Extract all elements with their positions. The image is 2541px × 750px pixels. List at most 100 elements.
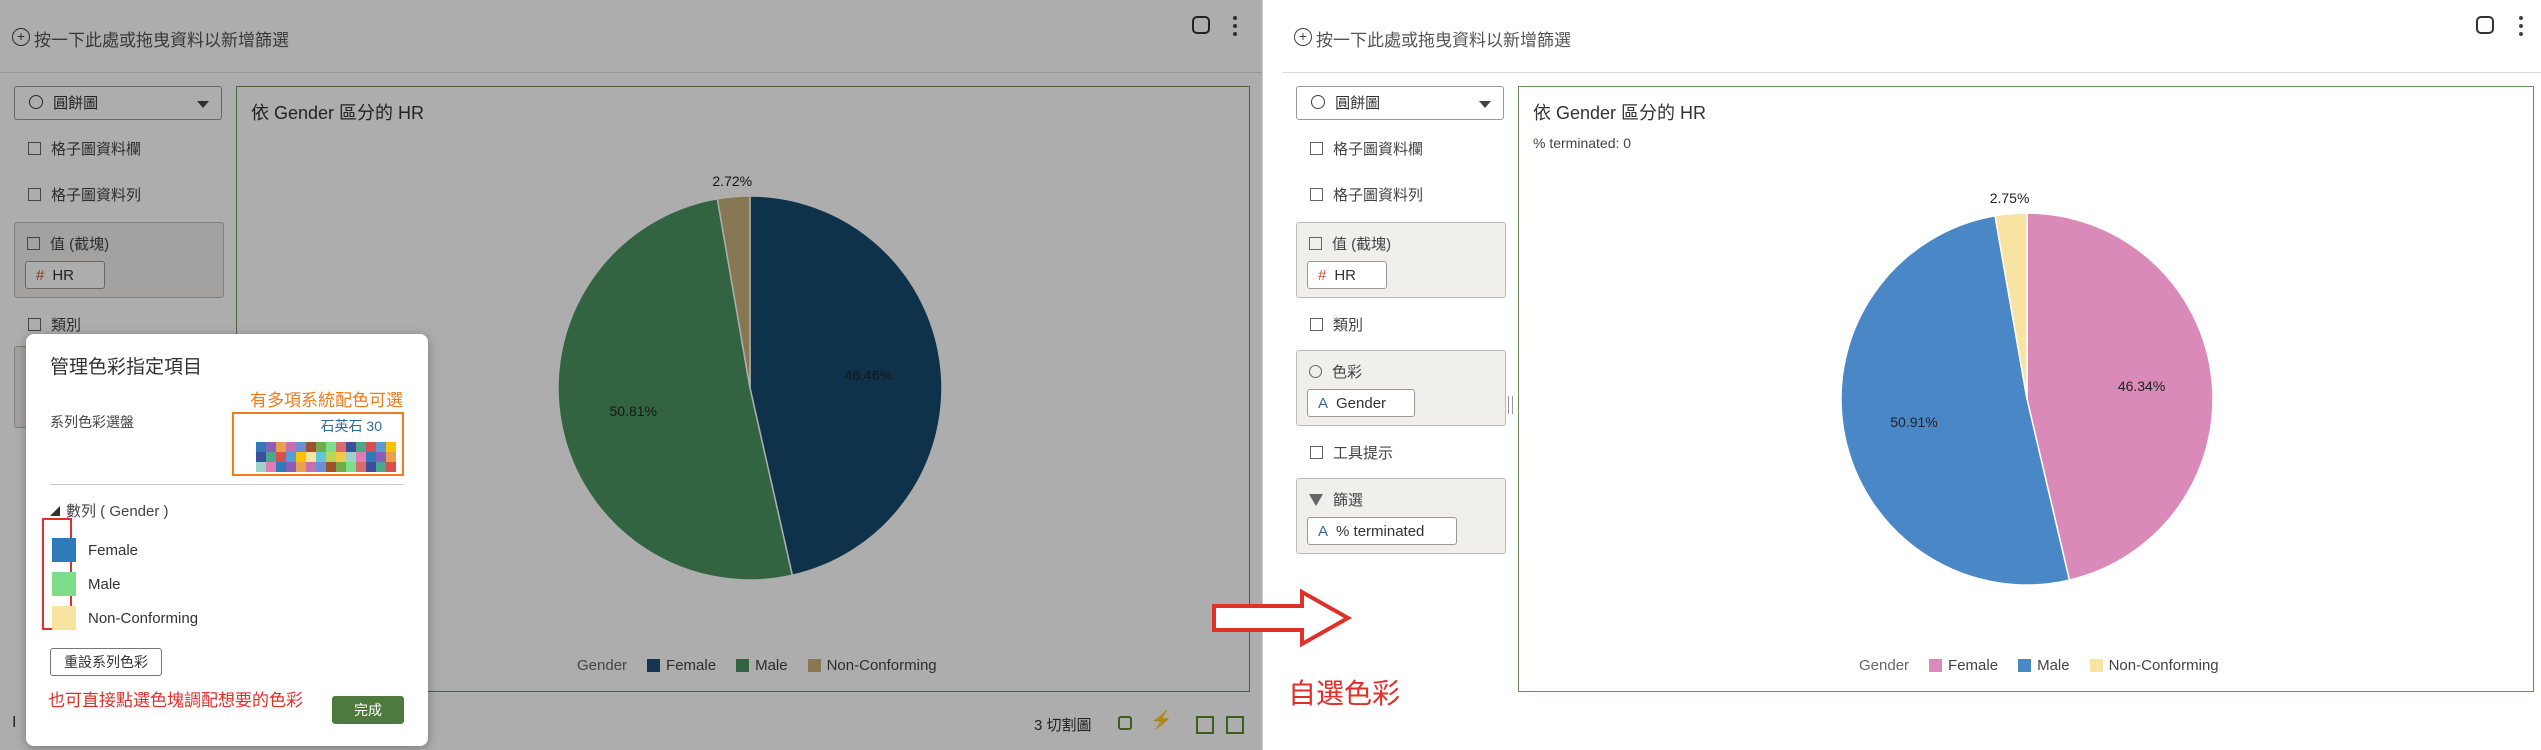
palette-swatch[interactable] [266, 452, 276, 462]
dialog-divider [50, 484, 404, 485]
chart-type-select-right[interactable]: 圓餅圖 [1296, 86, 1504, 120]
legend-label-nonconforming-right: Non-Conforming [2108, 657, 2219, 674]
section-label: 數列 ( Gender ) [66, 503, 169, 520]
legend-swatch-nonconforming-right [2089, 659, 2103, 672]
color-group-right[interactable]: 色彩 A Gender [1296, 350, 1506, 426]
palette-swatch[interactable] [356, 452, 366, 462]
text-attribute-icon-2: A [1318, 523, 1329, 540]
palette-swatch[interactable] [266, 442, 276, 452]
palette-swatch[interactable] [316, 462, 326, 472]
terminated-pill-right[interactable]: A % terminated [1307, 517, 1457, 545]
palette-swatch[interactable] [376, 452, 386, 462]
values-group-right[interactable]: 值 (截塊) # HR [1296, 222, 1506, 298]
legend-swatch-male-right [2018, 659, 2032, 672]
palette-swatch[interactable] [276, 462, 286, 472]
palette-swatch[interactable] [336, 462, 346, 472]
grid-columns-icon-right [1310, 142, 1323, 155]
legend-title-right: Gender [1859, 657, 1910, 674]
palette-swatch[interactable] [316, 452, 326, 462]
palette-swatch[interactable] [356, 442, 366, 452]
pie-chart-right[interactable]: 46.34% 50.91% 2.75% [1519, 87, 2533, 691]
palette-swatch[interactable] [386, 442, 396, 452]
chevron-down-icon-right [1479, 101, 1491, 108]
text-attribute-icon: A [1318, 395, 1329, 412]
palette-swatch[interactable] [286, 442, 296, 452]
filter-bar-right[interactable]: + 按一下此處或拖曳資料以新增篩選 [1282, 0, 2541, 73]
palette-swatch[interactable] [336, 442, 346, 452]
palette-swatch-grid[interactable] [256, 442, 398, 472]
palette-swatch[interactable] [376, 442, 386, 452]
done-button[interactable]: 完成 [332, 696, 404, 724]
gender-pill-right[interactable]: A Gender [1307, 389, 1415, 417]
palette-swatch[interactable] [306, 442, 316, 452]
grid-rows-item-right[interactable]: 格子圖資料列 [1310, 184, 1423, 205]
gender-pill-label-right: Gender [1336, 395, 1387, 412]
color-title-label-right: 色彩 [1332, 364, 1363, 381]
bug-icon-right[interactable] [2476, 16, 2494, 34]
add-filter-icon-right[interactable]: + [1294, 28, 1312, 46]
palette-swatch[interactable] [386, 452, 396, 462]
color-swatch-male[interactable] [52, 572, 76, 596]
pie-data-label-right: 2.75% [1990, 190, 2030, 206]
chart-frame-right[interactable]: 依 Gender 區分的 HR % terminated: 0 46.34% 50… [1518, 86, 2534, 692]
palette-swatch[interactable] [296, 462, 306, 472]
palette-swatch[interactable] [326, 442, 336, 452]
series-label-nonconforming: Non-Conforming [88, 609, 199, 627]
legend-right: Gender Female Male Non-Conforming [1859, 657, 2219, 674]
palette-swatch[interactable] [296, 442, 306, 452]
palette-swatch[interactable] [336, 452, 346, 462]
palette-swatch[interactable] [346, 452, 356, 462]
reset-colors-button[interactable]: 重設系列色彩 [50, 648, 162, 676]
grid-columns-item-right[interactable]: 格子圖資料欄 [1310, 138, 1423, 159]
palette-swatch[interactable] [356, 462, 366, 472]
color-swatch-nonconforming[interactable] [52, 606, 76, 630]
palette-swatch[interactable] [256, 442, 266, 452]
palette-box[interactable]: 石英石 30 [232, 412, 404, 476]
palette-swatch[interactable] [276, 452, 286, 462]
more-menu-icon-right[interactable] [2518, 16, 2524, 38]
palette-label: 系列色彩選盤 [50, 414, 134, 430]
series-item-nonconforming[interactable]: Non-Conforming [52, 606, 198, 630]
palette-swatch[interactable] [256, 452, 266, 462]
palette-swatch[interactable] [366, 442, 376, 452]
palette-swatch[interactable] [346, 462, 356, 472]
category-item-right[interactable]: 類別 [1310, 314, 1363, 335]
palette-swatch[interactable] [266, 462, 276, 472]
palette-swatch[interactable] [286, 462, 296, 472]
hash-icon-right: # [1318, 267, 1327, 284]
palette-swatch[interactable] [366, 462, 376, 472]
palette-swatch[interactable] [256, 462, 266, 472]
color-title-right: 色彩 [1309, 361, 1362, 382]
palette-swatch[interactable] [346, 442, 356, 452]
panel-resize-handle[interactable] [1508, 396, 1513, 414]
palette-swatch[interactable] [376, 462, 386, 472]
series-item-female[interactable]: Female [52, 538, 138, 562]
dialog-title: 管理色彩指定項目 [50, 357, 203, 378]
tooltip-icon [1310, 446, 1323, 459]
palette-swatch[interactable] [296, 452, 306, 462]
palette-swatch[interactable] [386, 462, 396, 472]
palette-swatch[interactable] [366, 452, 376, 462]
chart-type-label-right: 圓餅圖 [1335, 95, 1381, 112]
color-swatch-female[interactable] [52, 538, 76, 562]
collapse-triangle-icon [50, 506, 60, 516]
tooltip-item-right[interactable]: 工具提示 [1310, 442, 1393, 463]
grid-columns-label-right: 格子圖資料欄 [1333, 141, 1424, 158]
filter-placeholder-right: 按一下此處或拖曳資料以新增篩選 [1316, 31, 1571, 50]
palette-swatch[interactable] [286, 452, 296, 462]
palette-swatch[interactable] [316, 442, 326, 452]
pie-data-label-right: 50.91% [1890, 414, 1937, 430]
category-label-right: 類別 [1333, 317, 1364, 334]
palette-swatch[interactable] [326, 462, 336, 472]
hr-pill-right[interactable]: # HR [1307, 261, 1387, 289]
palette-swatch[interactable] [326, 452, 336, 462]
filter-group-right[interactable]: 篩選 A % terminated [1296, 478, 1506, 554]
values-title-right: 值 (截塊) [1309, 233, 1391, 254]
series-item-male[interactable]: Male [52, 572, 121, 596]
palette-swatch[interactable] [276, 442, 286, 452]
tooltip-label-right: 工具提示 [1333, 445, 1394, 462]
palette-swatch[interactable] [306, 452, 316, 462]
filter-title-right: 篩選 [1309, 489, 1363, 510]
hr-pill-label-right: HR [1334, 267, 1357, 284]
palette-swatch[interactable] [306, 462, 316, 472]
